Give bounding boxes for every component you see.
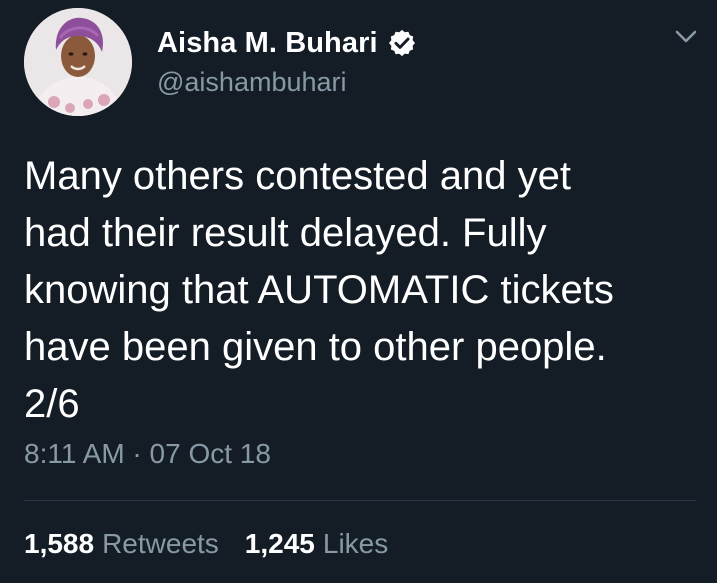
- chevron-down-icon[interactable]: [672, 26, 700, 48]
- author-name-row[interactable]: Aisha M. Buhari: [157, 26, 417, 60]
- profile-photo: [24, 8, 132, 116]
- author-display-name[interactable]: Aisha M. Buhari: [157, 27, 378, 60]
- likes-label: Likes: [322, 528, 389, 559]
- tweet-timestamp[interactable]: 8:11 AM · 07 Oct 18: [24, 438, 271, 470]
- likes-count: 1,245: [244, 528, 315, 559]
- author-handle[interactable]: @aishambuhari: [157, 67, 347, 98]
- tweet-stats: 1,588 Retweets 1,245 Likes: [24, 528, 414, 560]
- divider: [24, 500, 696, 501]
- tweet-text: Many others contested and yet had their …: [24, 154, 614, 426]
- retweets-count: 1,588: [24, 528, 95, 559]
- retweets-label: Retweets: [102, 528, 219, 559]
- likes-stat[interactable]: 1,245 Likes: [245, 528, 388, 560]
- verified-badge-icon: [387, 28, 417, 58]
- avatar[interactable]: [24, 8, 132, 116]
- retweets-stat[interactable]: 1,588 Retweets: [24, 528, 219, 560]
